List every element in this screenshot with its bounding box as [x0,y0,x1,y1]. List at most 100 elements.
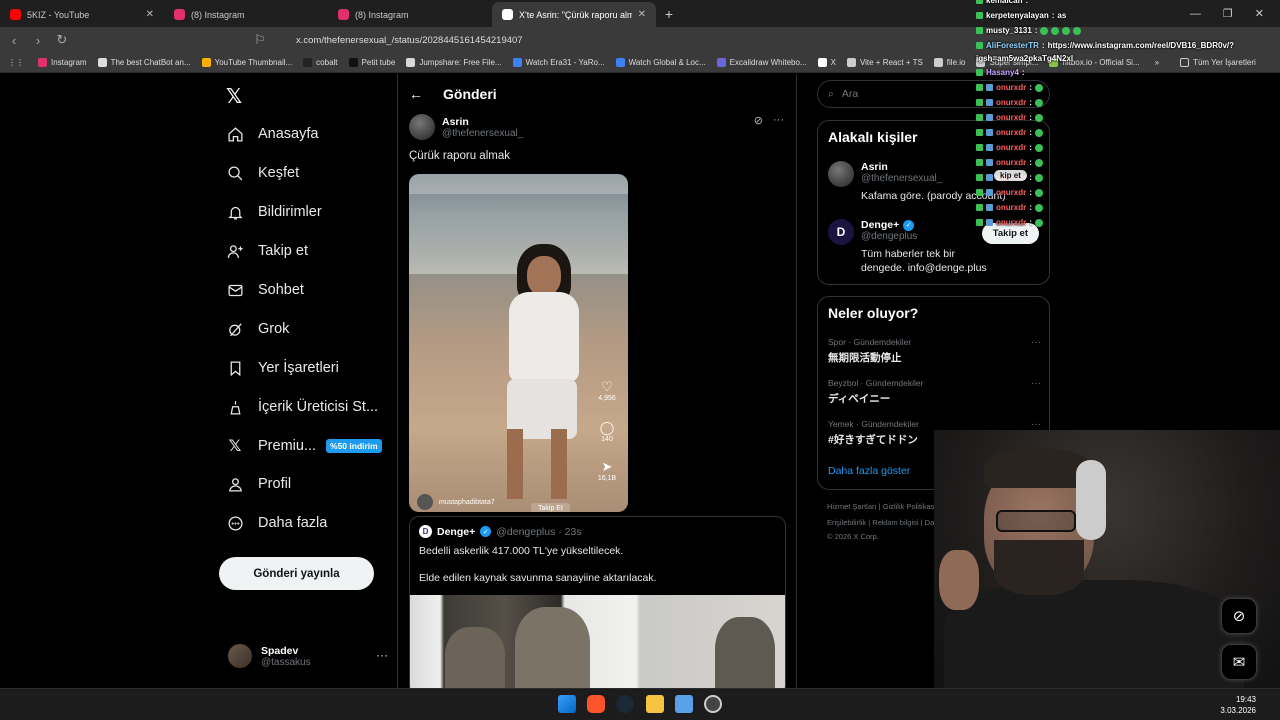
watch-icon [512,58,522,67]
windows-start-icon[interactable] [558,695,576,713]
chat-line: onurxdr: [976,98,1043,107]
forward-icon[interactable]: › [28,33,48,48]
trend-item[interactable]: Beyzbol · Gündemdekiler ディベイニー ··· [828,378,1041,406]
profile-icon [226,475,244,493]
nav-notifications[interactable]: Bildirimler [226,203,322,221]
bookmark-page-icon[interactable]: ⚐ [250,32,270,48]
taskbar: 19:43 3.03.2026 [0,688,1280,720]
home-icon [226,125,244,143]
post-header: ← Gönderi [398,74,798,114]
brave-icon[interactable] [587,695,605,713]
post-button[interactable]: Gönderi yayınla [219,557,374,590]
bookmark-item[interactable]: The best ChatBot an... [97,58,191,67]
more-icon[interactable]: ··· [376,648,388,662]
bookmark-item[interactable]: YouTube Thumbnail... [201,58,292,67]
video-comments: ◯ 140 [596,420,618,443]
steam-icon[interactable] [616,695,634,713]
bookmark-item[interactable]: Instagram [38,58,87,67]
x-icon [502,9,513,20]
avatar [828,161,854,187]
close-tab-icon[interactable]: ✕ [638,9,646,20]
nav-bookmarks[interactable]: Yer İşaretleri [226,359,339,377]
show-more-link[interactable]: Daha fazla göster [828,465,910,477]
add-person-icon [226,242,244,260]
bookmark-item[interactable]: Jumpshare: Free File... [406,58,502,67]
reload-icon[interactable]: ↻ [52,32,72,48]
petit-tube-icon [348,58,358,67]
avatar [228,644,252,668]
more-icon[interactable]: ··· [1031,378,1041,389]
page-title: Gönderi [443,86,497,102]
more-icon[interactable]: ··· [1031,419,1041,430]
grok-fab-icon[interactable]: ⊘ [1221,598,1257,634]
avatar [409,114,435,140]
chat-line: onurxdr: [976,188,1043,197]
footer-links[interactable]: Erişilebilirlik | Reklam bilgisi | Daha [827,518,943,527]
jumpshare-icon [406,58,416,67]
x-logo-icon[interactable]: 𝕏 [226,84,242,109]
chat-line: onurxdr: [976,203,1043,212]
bookmark-item[interactable]: Watch Global & Loc... [615,58,706,67]
file-icon [933,58,943,67]
instagram-icon [174,9,185,20]
youtube-icon [10,9,21,20]
discount-badge: %50 indirim [326,439,382,453]
trend-item[interactable]: Spor · Gündemdekiler 無期限活動停止 ··· [828,337,1041,365]
footer-links[interactable]: Hizmet Şartları | Gizlilik Politikası | [827,502,941,511]
browser-tab[interactable]: (8) Instagram [164,2,328,27]
bookmark-item[interactable]: Watch Era31 - YaRo... [512,58,605,67]
browser-tab-active[interactable]: X'te Asrin: "Çürük raporu alma…✕ [492,2,656,27]
search-icon [226,164,244,182]
chat-line: AliForesterTR: https://www.instagram.com/… [976,41,1234,50]
nav-creator-studio[interactable]: İçerik Üreticisi St... [226,398,378,416]
chatbot-icon [97,58,107,67]
browser-tab[interactable]: 5KIZ - YouTube ✕ [0,2,164,27]
bookmark-item[interactable]: Petit tube [348,58,395,67]
tweet-text: Çürük raporu almak [409,150,510,162]
apps-icon[interactable]: ⋮⋮ [8,58,24,67]
avatar [417,494,433,510]
nav-explore[interactable]: Keşfet [226,164,299,182]
nav-follow[interactable]: Takip et [226,242,308,260]
bookmark-item[interactable]: file.io [933,58,965,67]
close-tab-icon[interactable]: ✕ [146,9,154,20]
new-tab-button[interactable]: + [656,2,682,27]
nav-grok[interactable]: Grok [226,320,289,338]
nav-more[interactable]: Daha fazla [226,514,327,532]
chat-line: kerpetenyalayan: as [976,11,1066,20]
x-icon [817,58,827,67]
store-icon[interactable] [675,695,693,713]
chat-line: onurxdr: [976,83,1043,92]
nav-chat[interactable]: Sohbet [226,281,304,299]
tweet-author[interactable]: Asrin @thefenersexual_ [409,114,523,140]
bookmark-item[interactable]: cobalt [303,58,338,67]
grok-icon[interactable]: ⊘ [754,114,763,127]
bookmark-item[interactable]: Excalidraw Whitebo... [716,58,807,67]
back-arrow-icon[interactable]: ← [409,86,423,102]
obs-icon[interactable] [704,695,722,713]
mail-icon [226,281,244,299]
chat-line: onurxdr: [976,143,1043,152]
post-column: ← Gönderi Asrin @thefenersexual_ ⊘ ··· Çürü… [397,74,797,688]
send-icon: ➤ [601,459,613,474]
excalidraw-icon [716,58,726,67]
headphones [1076,460,1106,540]
tweet-video[interactable]: ♡ 4,956 ◯ 140 ➤ 16,1B mustaphadibtata7 Taki… [409,174,628,512]
messages-fab-icon[interactable]: ✉ [1221,644,1257,680]
browser-tab[interactable]: (8) Instagram [328,2,492,27]
nav-premium[interactable]: 𝕏 Premiu... %50 indirim [226,437,382,455]
folder-icon[interactable] [646,695,664,713]
bookmark-item[interactable]: Vite + React + TS [846,58,923,67]
nav-profile[interactable]: Profil [226,475,291,493]
more-icon[interactable]: ··· [773,114,784,127]
chat-line: Hasany4: [976,68,1025,77]
follow-button-partial[interactable]: kip et [994,170,1027,181]
nav-home[interactable]: Anasayfa [226,125,318,143]
account-switcher[interactable]: Spadev @tassakus ··· [228,644,388,668]
more-icon[interactable]: ··· [1031,337,1041,348]
quoted-tweet[interactable]: D Denge+ ✓ @dengeplus · 23s Bedelli askerli… [409,516,786,688]
verified-icon: ✓ [480,526,492,537]
bookmark-item[interactable]: X [817,58,836,67]
back-icon[interactable]: ‹ [4,33,24,48]
chat-line: kemalcan: [976,0,1028,5]
